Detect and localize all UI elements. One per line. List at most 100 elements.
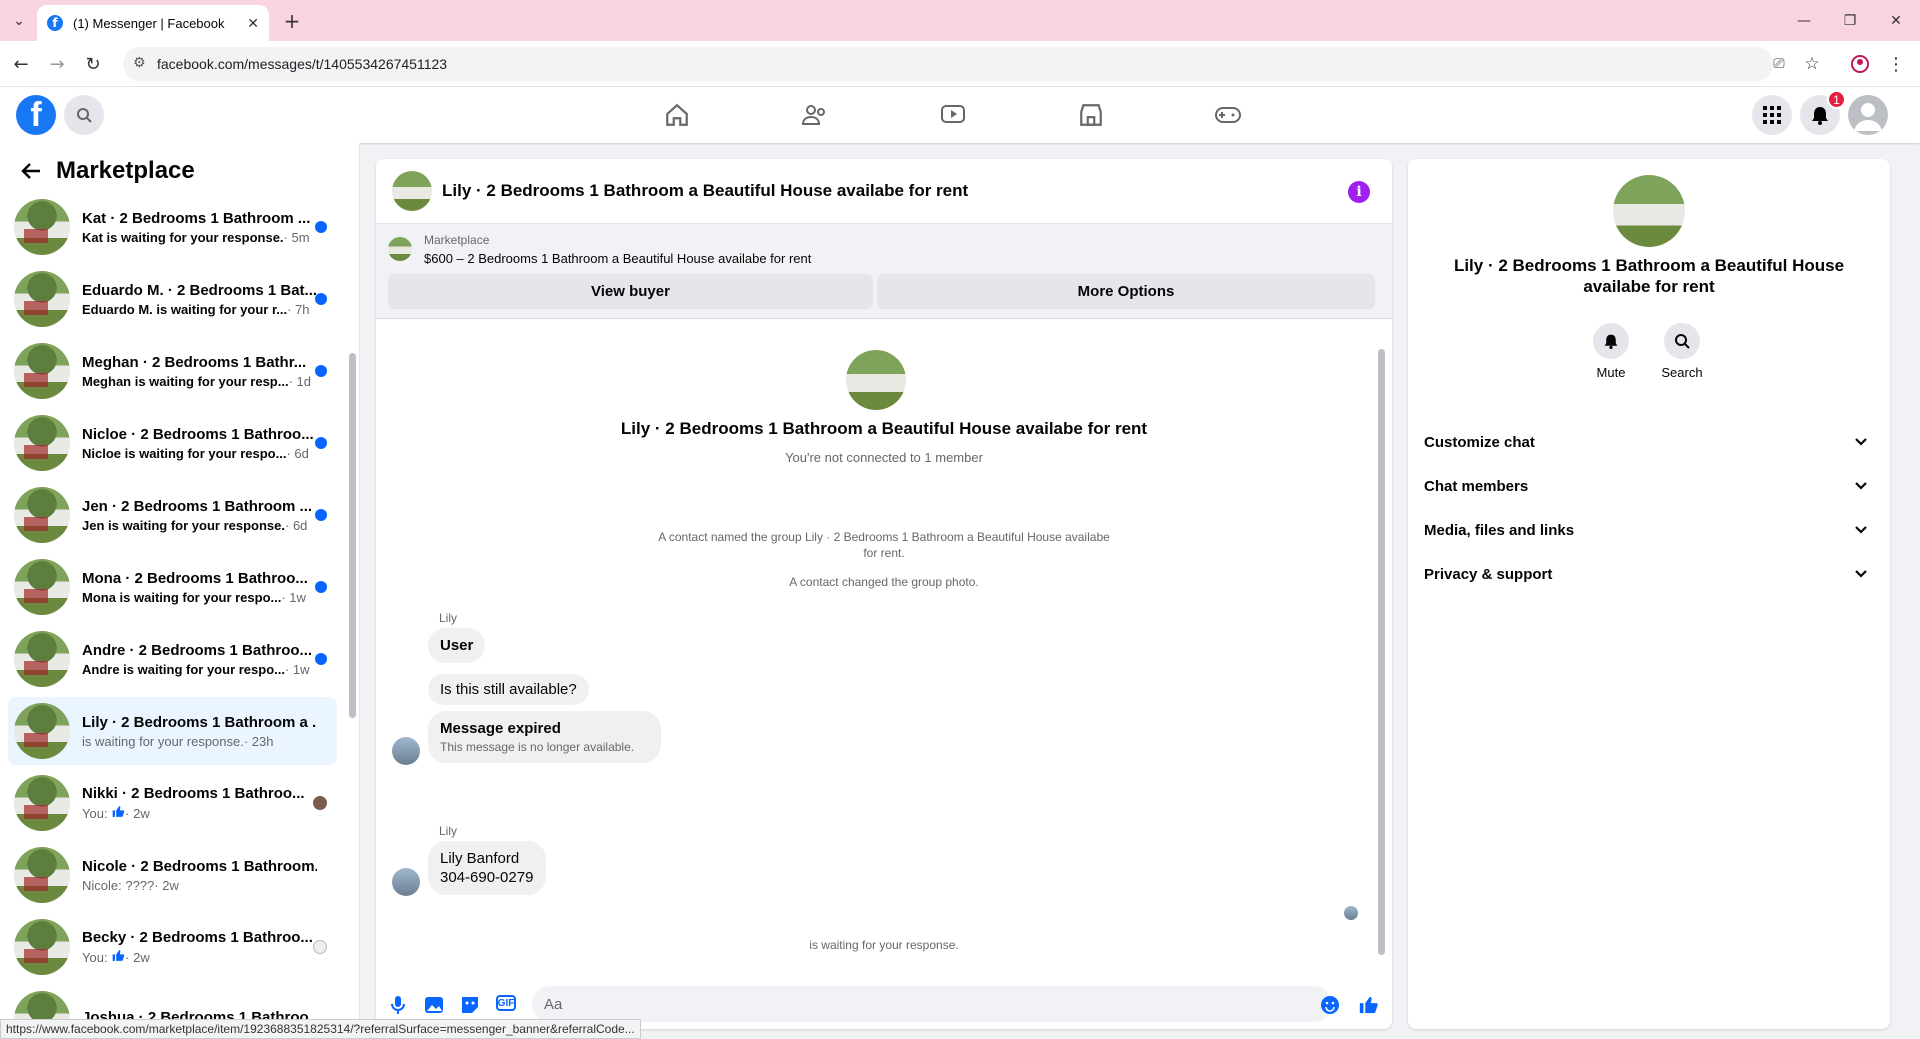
conversation-item[interactable]: Nicloe · 2 Bedrooms 1 Bathroo... Nicloe i… [8, 409, 337, 477]
nav-gaming[interactable] [1208, 97, 1248, 133]
url-field[interactable]: ⚙ facebook.com/messages/t/14055342674511… [123, 47, 1773, 81]
conversation-text: Nicole · 2 Bedrooms 1 Bathroom... Nicole:… [82, 858, 317, 893]
conversation-time: · 2w [154, 877, 179, 893]
conversation-text: Andre · 2 Bedrooms 1 Bathroo... Andre is … [82, 642, 317, 677]
sender-avatar[interactable] [392, 868, 420, 896]
menu-button[interactable] [1752, 95, 1792, 135]
conversation-time: · 23h [243, 733, 274, 749]
section-media-files-links[interactable]: Media, files and links [1424, 508, 1874, 552]
conversation-item[interactable]: Jen · 2 Bedrooms 1 Bathroom ... Jen is wa… [8, 481, 337, 549]
conversation-preview: Meghan is waiting for your resp... [82, 373, 289, 389]
conversation-avatar [14, 775, 70, 831]
conversation-preview: is waiting for your response. [82, 733, 244, 749]
site-settings-icon[interactable]: ⚙ [133, 55, 146, 71]
back-icon[interactable]: ← [10, 53, 32, 75]
url-text: facebook.com/messages/t/1405534267451123 [157, 56, 448, 72]
nav-home[interactable] [657, 97, 697, 133]
conversation-preview-row: Mona is waiting for your respo...· 1w [82, 590, 317, 605]
restore-icon[interactable]: ❐ [1838, 9, 1862, 33]
avatar-icon [1854, 103, 1882, 131]
sticker-icon[interactable] [460, 995, 480, 1015]
more-options-button[interactable]: More Options [877, 274, 1375, 309]
back-arrow-icon[interactable] [20, 161, 42, 186]
address-bar-row: ← → ↻ ⚙ facebook.com/messages/t/14055342… [0, 41, 1920, 87]
search-label: Search [1661, 365, 1703, 380]
marketplace-banner: Marketplace $600 – 2 Bedrooms 1 Bathroom… [376, 224, 1392, 319]
browser-tab[interactable]: f (1) Messenger | Facebook ✕ [37, 5, 269, 41]
listing-thumbnail[interactable] [388, 237, 412, 261]
nav-watch[interactable] [933, 97, 973, 133]
conversation-item[interactable]: Mona · 2 Bedrooms 1 Bathroo... Mona is wa… [8, 553, 337, 621]
photo-attach-icon[interactable] [424, 995, 444, 1015]
window-close-icon[interactable]: ✕ [1884, 9, 1908, 33]
conversation-text: Lily · 2 Bedrooms 1 Bathroom a ... is wai… [82, 714, 317, 749]
contact-message-bubble[interactable]: Lily Banford 304-690-0279 [428, 841, 546, 895]
conversation-preview: Nicloe is waiting for your respo... [82, 445, 287, 461]
tab-title: (1) Messenger | Facebook [73, 15, 225, 31]
system-message-photo: A contact changed the group photo. [789, 575, 979, 589]
conversation-item[interactable]: Meghan · 2 Bedrooms 1 Bathr... Meghan is … [8, 337, 337, 405]
conversation-item[interactable]: Becky · 2 Bedrooms 1 Bathroo... You: · 2w [8, 913, 337, 981]
gif-icon[interactable]: GIF [496, 995, 516, 1011]
conversation-preview-row: Jen is waiting for your response.· 6d [82, 518, 317, 533]
conversation-item[interactable]: Nikki · 2 Bedrooms 1 Bathroo... You: · 2w [8, 769, 337, 837]
like-thumb-icon[interactable] [1358, 995, 1378, 1015]
message-bubble[interactable]: User [428, 628, 486, 663]
install-app-icon[interactable]: ⎚ [1768, 53, 1790, 75]
conversation-text: Nicloe · 2 Bedrooms 1 Bathroo... Nicloe i… [82, 426, 317, 461]
sender-avatar[interactable] [392, 737, 420, 765]
sidebar-title: Marketplace [56, 157, 195, 184]
search-icon [77, 108, 92, 123]
section-chat-members[interactable]: Chat members [1424, 464, 1874, 508]
chat-scrollbar[interactable] [1378, 349, 1385, 955]
microphone-icon[interactable] [388, 995, 408, 1015]
emoji-icon[interactable] [1320, 995, 1340, 1015]
section-customize-chat[interactable]: Customize chat [1424, 420, 1874, 464]
view-buyer-button[interactable]: View buyer [388, 274, 873, 309]
profile-icon[interactable] [1849, 53, 1871, 75]
details-title: Lily · 2 Bedrooms 1 Bathroom a Beautiful… [1453, 256, 1845, 296]
facebook-logo-icon[interactable]: f [16, 95, 56, 135]
expired-subtitle: This message is no longer available. [440, 740, 635, 754]
conversation-name: Mona · 2 Bedrooms 1 Bathroo... [82, 569, 308, 587]
minimize-icon[interactable]: — [1792, 9, 1816, 33]
like-thumb-icon [111, 950, 125, 965]
info-icon[interactable]: i [1348, 181, 1370, 203]
chat-title[interactable]: Lily · 2 Bedrooms 1 Bathroom a Beautiful… [442, 181, 968, 201]
mute-button[interactable]: Mute [1581, 323, 1641, 380]
message-bubble[interactable]: Is this still available? [428, 674, 589, 705]
banner-listing-link[interactable]: $600 – 2 Bedrooms 1 Bathroom a Beautiful… [424, 251, 811, 266]
conversation-avatar [14, 847, 70, 903]
expired-message-bubble[interactable]: Message expired This message is no longe… [428, 711, 661, 763]
account-avatar[interactable] [1848, 95, 1888, 135]
conversation-text: Becky · 2 Bedrooms 1 Bathroo... You: · 2w [82, 929, 317, 965]
conversation-time: · 1w [281, 589, 306, 605]
search-in-chat-button[interactable]: Search [1652, 323, 1712, 380]
conversation-name: Kat · 2 Bedrooms 1 Bathroom ... [82, 209, 311, 227]
conversation-item[interactable]: Kat · 2 Bedrooms 1 Bathroom ... Kat is wa… [8, 193, 337, 261]
conversation-item[interactable]: Lily · 2 Bedrooms 1 Bathroom a ... is wai… [8, 697, 337, 765]
chevron-down-icon [1855, 570, 1867, 578]
browser-menu-icon[interactable]: ⋮ [1885, 53, 1907, 75]
search-button[interactable] [64, 95, 104, 135]
sidebar-scrollbar[interactable] [349, 353, 356, 718]
new-tab-icon[interactable]: + [280, 9, 304, 33]
message-input[interactable]: Aa [532, 986, 1332, 1022]
conversation-preview-row: Nicole: ????· 2w [82, 878, 317, 893]
conversation-item[interactable]: Eduardo M. · 2 Bedrooms 1 Bat... Eduardo … [8, 265, 337, 333]
reload-icon[interactable]: ↻ [82, 53, 104, 75]
tab-search-icon[interactable]: ⌄ [8, 10, 30, 32]
facebook-favicon-icon: f [47, 15, 63, 31]
nav-friends[interactable] [795, 97, 835, 133]
chat-avatar[interactable] [392, 171, 432, 211]
close-tab-icon[interactable]: ✕ [247, 15, 259, 32]
video-icon [941, 105, 965, 123]
nav-marketplace[interactable] [1071, 97, 1111, 133]
chat-panel: Lily · 2 Bedrooms 1 Bathroom a Beautiful… [376, 159, 1392, 1029]
section-privacy-support[interactable]: Privacy & support [1424, 552, 1874, 596]
forward-icon[interactable]: → [46, 53, 68, 75]
conversation-item[interactable]: Nicole · 2 Bedrooms 1 Bathroom... Nicole:… [8, 841, 337, 909]
bookmark-star-icon[interactable]: ☆ [1801, 53, 1823, 75]
conversation-item[interactable]: Andre · 2 Bedrooms 1 Bathroo... Andre is … [8, 625, 337, 693]
gaming-icon [1215, 107, 1241, 123]
